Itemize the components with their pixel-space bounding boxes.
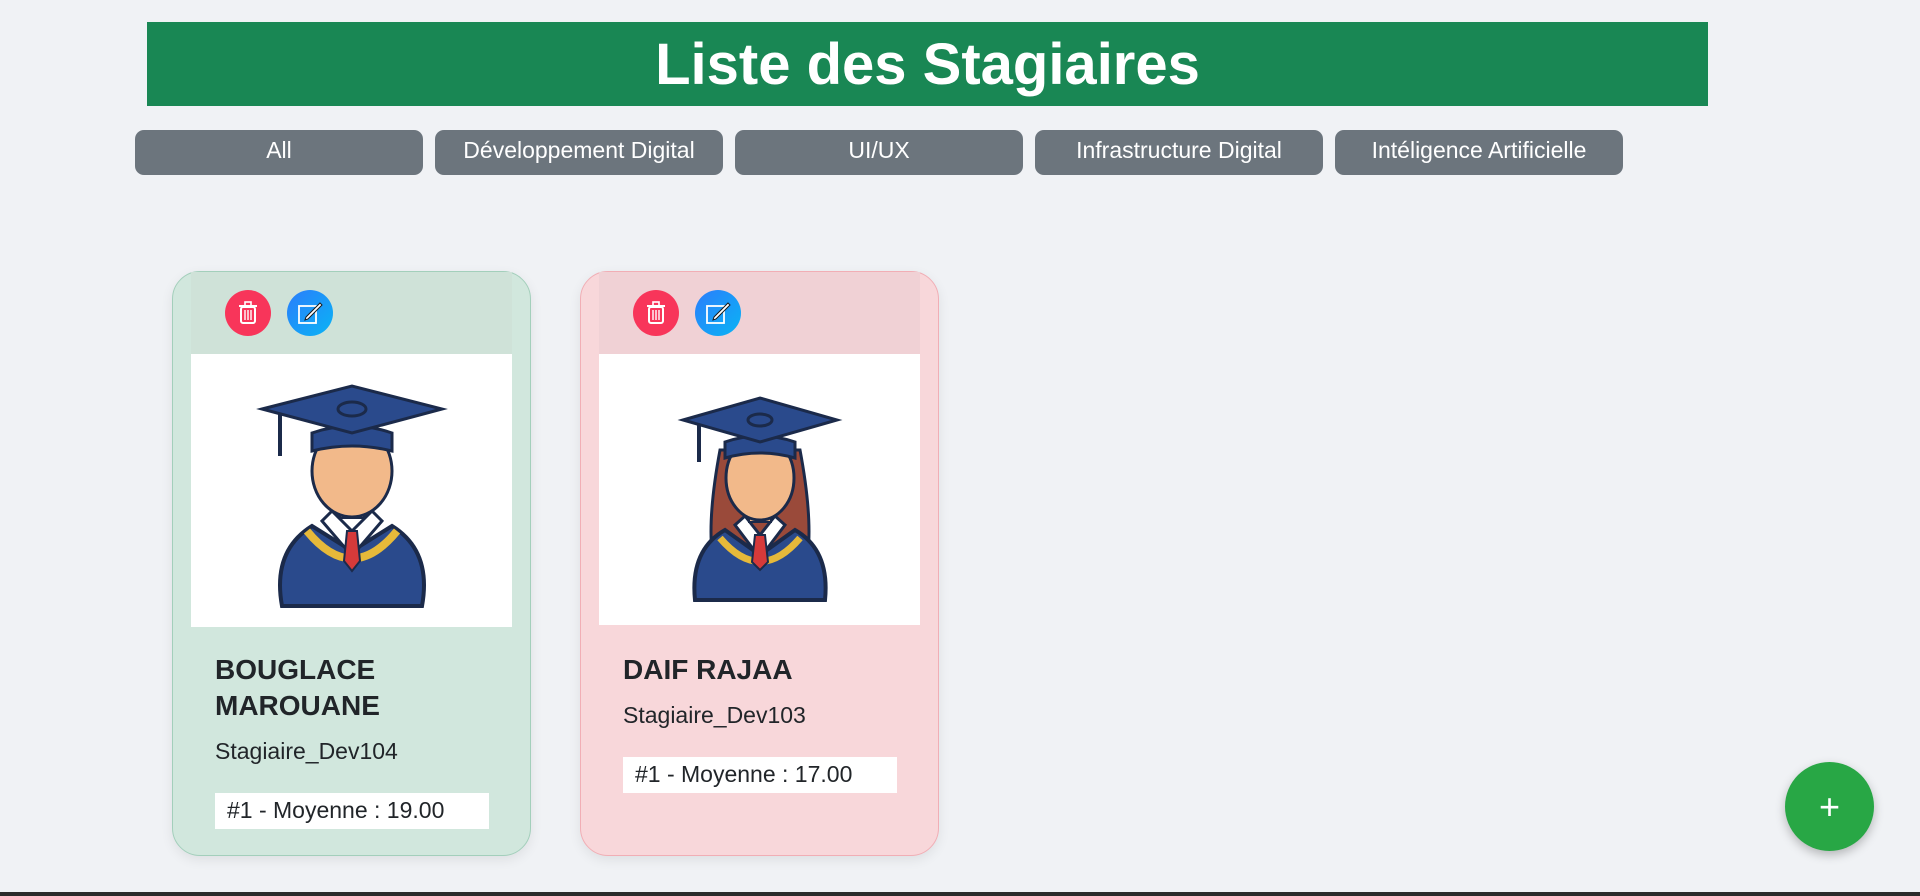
filter-uiux-button[interactable]: UI/UX	[735, 130, 1023, 175]
delete-button[interactable]	[225, 290, 271, 336]
stagiaire-card: BOUGLACE MAROUANE Stagiaire_Dev104 #1 - …	[172, 271, 531, 856]
filter-dev-digital-button[interactable]: Développement Digital	[435, 130, 723, 175]
average-badge: #1 - Moyenne : 17.00	[623, 757, 897, 793]
card-body: BOUGLACE MAROUANE Stagiaire_Dev104 #1 - …	[215, 652, 489, 829]
graduate-male-icon	[255, 383, 448, 608]
card-body: DAIF RAJAA Stagiaire_Dev103 #1 - Moyenne…	[623, 652, 897, 793]
stagiaire-card: DAIF RAJAA Stagiaire_Dev103 #1 - Moyenne…	[580, 271, 939, 856]
edit-button[interactable]	[287, 290, 333, 336]
graduate-female-icon	[677, 395, 842, 602]
bottom-border	[0, 892, 1920, 896]
edit-icon	[298, 302, 323, 324]
add-stagiaire-button[interactable]: +	[1785, 762, 1874, 851]
filter-infrastructure-button[interactable]: Infrastructure Digital	[1035, 130, 1323, 175]
edit-button[interactable]	[695, 290, 741, 336]
edit-icon	[706, 302, 731, 324]
trash-icon	[647, 301, 665, 324]
card-actions	[599, 272, 920, 354]
avatar	[191, 354, 512, 627]
avatar	[599, 354, 920, 625]
page-header: Liste des Stagiaires	[147, 22, 1708, 106]
stagiaire-name: BOUGLACE MAROUANE	[215, 654, 380, 721]
delete-button[interactable]	[633, 290, 679, 336]
filter-bar: All Développement Digital UI/UX Infrastr…	[135, 130, 1623, 175]
filter-ai-button[interactable]: Intéligence Artificielle	[1335, 130, 1623, 175]
trash-icon	[239, 301, 257, 324]
stagiaire-role: Stagiaire_Dev104	[215, 738, 398, 764]
page-title: Liste des Stagiaires	[655, 31, 1200, 97]
average-badge: #1 - Moyenne : 19.00	[215, 793, 489, 829]
stagiaire-role: Stagiaire_Dev103	[623, 702, 806, 728]
stagiaire-name: DAIF RAJAA	[623, 654, 793, 685]
filter-all-button[interactable]: All	[135, 130, 423, 175]
card-actions	[191, 272, 512, 354]
